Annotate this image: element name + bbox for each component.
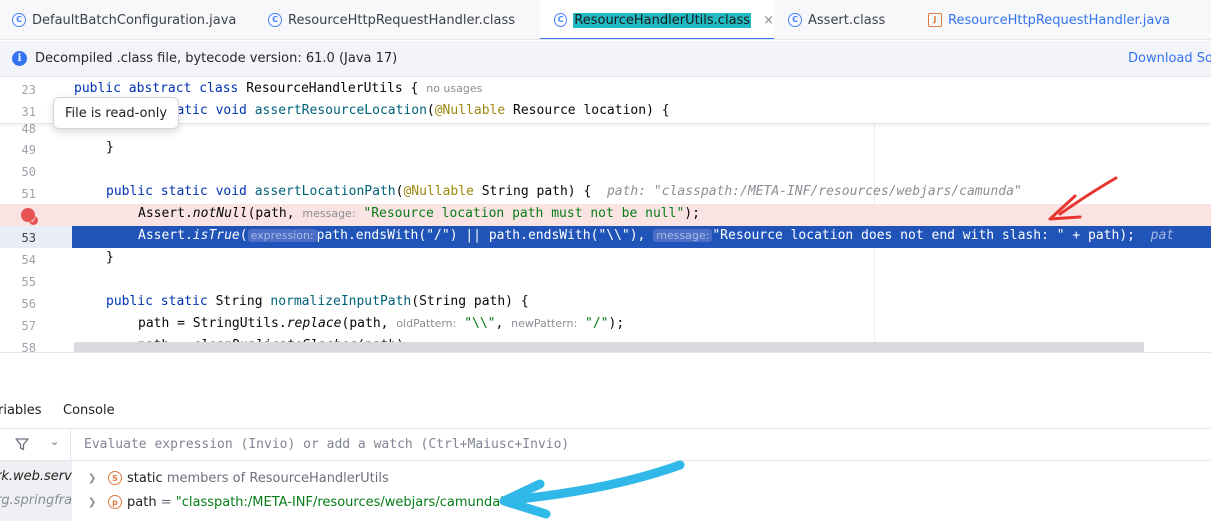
tab-resource-http-request-handler-class[interactable]: C ResourceHttpRequestHandler.class [268, 0, 516, 39]
tab-console[interactable]: Console [63, 403, 115, 418]
debug-panel: riables Console ⌄ Evaluate expression (I… [0, 352, 1211, 521]
tab-variables[interactable]: riables [0, 403, 42, 418]
expand-arrow-icon[interactable]: ❯ [88, 497, 98, 508]
evaluate-expression-input[interactable]: Evaluate expression (Invio) or add a wat… [84, 437, 569, 452]
tab-label: ResourceHandlerUtils.class [573, 12, 752, 28]
parameter-icon: p [108, 495, 122, 509]
breakpoint-icon[interactable] [21, 208, 38, 225]
filter-icon[interactable] [15, 437, 29, 451]
code-line-54: } [106, 250, 114, 265]
line-number: 48 [21, 122, 36, 136]
tab-label: ResourceHttpRequestHandler.class [288, 12, 516, 28]
line-number: 23 [21, 83, 36, 97]
frame-item[interactable]: rk.web.serv [0, 469, 72, 484]
code-editor[interactable]: 23 public abstract class ResourceHandler… [0, 78, 1211, 352]
param-hint: message: [653, 229, 713, 242]
line-number: 58 [21, 341, 36, 352]
info-icon: i [12, 51, 27, 66]
tab-label: ResourceHttpRequestHandler.java [948, 12, 1171, 28]
line-number: 55 [21, 275, 36, 289]
usages-hint: no usages [426, 82, 483, 95]
variable-row-static[interactable]: ❯ S static members of ResourceHandlerUti… [72, 466, 1211, 490]
divider [70, 429, 71, 461]
static-keyword: static [127, 470, 163, 486]
class-icon: C [788, 13, 802, 27]
tab-resource-http-request-handler-java[interactable]: J ResourceHttpRequestHandler.java [928, 0, 1171, 39]
code-line-49: } [106, 140, 114, 155]
frame-item[interactable]: rg.springfra [0, 493, 72, 508]
code-line-53: Assert.isTrue(expression: path.endsWith("… [138, 228, 1175, 243]
java-file-icon: J [928, 13, 942, 27]
variable-row-path[interactable]: ❯ p path = "classpath:/META-INF/resource… [72, 490, 1211, 514]
execution-line-highlight: Assert.isTrue(expression: path.endsWith("… [72, 226, 1211, 248]
code-line-57: path = StringUtils.replace(path, oldPatt… [138, 316, 625, 331]
decompiled-file-banner: i Decompiled .class file, bytecode versi… [0, 41, 1211, 77]
code-line-51: public static void assertLocationPath(@N… [106, 184, 1022, 199]
param-hint: message: [302, 207, 356, 220]
variables-tree: ❯ S static members of ResourceHandlerUti… [72, 461, 1211, 521]
param-hint: newPattern: [511, 317, 578, 330]
param-hint: oldPattern: [396, 317, 457, 330]
variable-value: "classpath:/META-INF/resources/webjars/c… [175, 494, 507, 510]
chevron-down-icon[interactable]: ⌄ [50, 435, 59, 448]
class-icon: C [268, 13, 282, 27]
code-line-class-decl: public abstract class ResourceHandlerUti… [74, 81, 483, 96]
expand-arrow-icon[interactable]: ❯ [88, 473, 98, 484]
line-number: 50 [21, 165, 36, 179]
line-number: 51 [21, 187, 36, 201]
inline-debug-value: path: "classpath:/META-INF/resources/web… [606, 184, 1022, 199]
class-icon: C [12, 13, 26, 27]
banner-text: Decompiled .class file, bytecode version… [35, 51, 398, 66]
code-line-52: Assert.notNull(path, message: "Resource … [138, 206, 700, 221]
static-members-label: members of ResourceHandlerUtils [166, 470, 389, 486]
download-sources-link[interactable]: Download So [1128, 51, 1211, 66]
frames-list: rk.web.serv rg.springfra [0, 461, 72, 521]
class-icon: C [554, 13, 568, 27]
line-number: 53 [21, 231, 36, 245]
tab-label: Assert.class [808, 12, 886, 28]
tab-label: DefaultBatchConfiguration.java [32, 12, 237, 28]
tab-default-batch-configuration[interactable]: C DefaultBatchConfiguration.java [12, 0, 237, 39]
tab-assert-class[interactable]: C Assert.class [788, 0, 886, 39]
tab-resource-handler-utils[interactable]: C ResourceHandlerUtils.class × [540, 0, 774, 39]
code-line-method-decl: public static void assertResourceLocatio… [106, 103, 670, 118]
code-line-56: public static String normalizeInputPath(… [106, 294, 529, 309]
read-only-tooltip: File is read-only [53, 97, 179, 129]
line-number: 49 [21, 143, 36, 157]
line-number: 54 [21, 253, 36, 267]
close-icon[interactable]: × [763, 13, 774, 28]
static-members-icon: S [108, 471, 122, 485]
variable-name: path [127, 494, 157, 510]
sticky-lines: 23 public abstract class ResourceHandler… [0, 78, 1211, 124]
line-number: 57 [21, 319, 36, 333]
line-number: 31 [21, 105, 36, 119]
line-number: 56 [21, 297, 36, 311]
param-hint: expression: [247, 229, 317, 242]
debug-tabs: riables Console [0, 393, 1211, 429]
horizontal-scrollbar[interactable] [74, 342, 1144, 352]
equals-sign: = [156, 494, 176, 510]
editor-tab-bar: C DefaultBatchConfiguration.java C Resou… [0, 0, 1211, 40]
watch-bar: ⌄ Evaluate expression (Invio) or add a w… [0, 429, 1211, 461]
